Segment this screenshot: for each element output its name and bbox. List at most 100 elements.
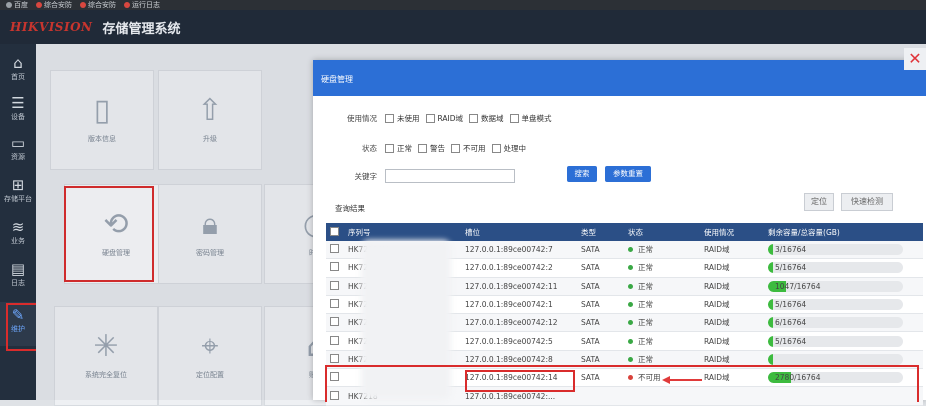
checkbox[interactable] (425, 114, 435, 123)
sidebar-item-label: 首页 (11, 73, 25, 81)
type-cell: SATA (581, 354, 600, 364)
checkbox[interactable] (385, 144, 394, 153)
capacity-fill (768, 335, 774, 347)
bookmark-item[interactable]: 运行日志 (124, 0, 160, 10)
log-icon: ▤ (10, 260, 26, 278)
close-icon[interactable]: ✕ (904, 48, 926, 70)
slot-cell: 127.0.0.1:89ce00742:14 (465, 373, 558, 383)
bookmark-item[interactable]: 百度 (6, 0, 28, 10)
col-capacity[interactable]: 剩余容量/总容量(GB) (768, 227, 923, 238)
usage-option-data[interactable]: 数据域 (469, 113, 504, 124)
row-select-cell[interactable] (326, 262, 348, 273)
col-status[interactable]: 状态 (628, 227, 704, 238)
home-icon: ⌂ (13, 54, 23, 72)
brand-logo: HIKVISION (10, 20, 93, 34)
red-circle-icon (124, 2, 130, 8)
checkbox[interactable] (418, 144, 427, 153)
capacity-text: 6/16764 (775, 318, 807, 328)
select-all-checkbox[interactable] (330, 226, 339, 236)
sidebar-item-log[interactable]: ▤ 日志 (0, 260, 36, 294)
sidebar-item-business[interactable]: ≋ 业务 (0, 218, 36, 252)
capacity-cell: 5/16764 (768, 262, 923, 274)
keyword-input[interactable] (385, 169, 515, 183)
row-select-cell[interactable] (326, 317, 348, 328)
status-option-normal[interactable]: 正常 (385, 143, 412, 154)
row-checkbox[interactable] (330, 390, 339, 400)
row-checkbox[interactable] (330, 262, 339, 272)
usage-cell: RAID域 (704, 263, 730, 273)
status-cell: 正常 (628, 299, 704, 310)
checkbox[interactable] (385, 114, 394, 123)
col-usage[interactable]: 使用情况 (704, 227, 768, 238)
red-circle-icon (36, 2, 42, 8)
status-text: 正常 (638, 245, 653, 255)
row-select-cell[interactable] (326, 299, 348, 310)
status-text: 正常 (638, 336, 653, 346)
row-checkbox[interactable] (330, 353, 339, 363)
disk-management-dialog: 硬盘管理 ✕ 使用情况 未使用 RAID域 数据域 单盘模式 状态 正常 警告 … (313, 48, 926, 406)
quick-check-button[interactable]: 快速检测 (841, 193, 893, 211)
row-checkbox[interactable] (330, 335, 339, 345)
status-option-warning[interactable]: 警告 (418, 143, 445, 154)
col-type[interactable]: 类型 (581, 227, 628, 238)
row-checkbox[interactable] (330, 372, 339, 382)
usage-option-unused[interactable]: 未使用 (385, 113, 420, 124)
locate-button[interactable]: 定位 (804, 193, 834, 211)
status-dot-icon (628, 265, 633, 271)
sidebar-item-device[interactable]: ☰ 设备 (0, 94, 36, 128)
row-checkbox[interactable] (330, 280, 339, 290)
search-button[interactable]: 搜索 (567, 166, 597, 182)
sidebar-item-storage-platform[interactable]: ⊞ 存储平台 (0, 176, 36, 210)
status-option-processing[interactable]: 处理中 (491, 143, 526, 154)
col-slot[interactable]: 槽位 (465, 227, 581, 238)
checkbox[interactable] (509, 114, 519, 123)
row-select-cell[interactable] (326, 335, 348, 347)
table-header: 序列号 槽位 类型 状态 使用情况 剩余容量/总容量(GB) (326, 223, 923, 241)
capacity-bar: 6/16764 (768, 317, 903, 329)
row-select-cell[interactable] (326, 372, 348, 383)
status-option-unavailable[interactable]: 不可用 (451, 143, 486, 154)
capacity-text: 5/16764 (775, 300, 807, 310)
capacity-text: 1047/16764 (775, 281, 821, 291)
bookmark-item[interactable]: 综合安防 (80, 0, 116, 10)
row-select-cell[interactable] (326, 353, 348, 365)
type-cell: SATA (581, 336, 600, 346)
server-icon: ☰ (11, 94, 25, 112)
row-checkbox[interactable] (330, 317, 339, 327)
row-select-cell[interactable] (326, 280, 348, 292)
capacity-text: 5/16764 (775, 336, 807, 346)
status-text: 正常 (638, 354, 653, 364)
slot-cell: 127.0.0.1:89ce00742:11 (465, 281, 558, 291)
usage-cell: RAID域 (704, 300, 730, 310)
status-cell: 正常 (628, 336, 704, 347)
bookmark-item[interactable]: 综合安防 (36, 0, 72, 10)
status-text: 正常 (638, 300, 653, 310)
status-cell: 正常 (628, 317, 704, 328)
option-label: 数据域 (481, 114, 504, 123)
status-dot-icon (628, 320, 633, 326)
select-all-cell[interactable] (326, 226, 348, 238)
capacity-bar: 5/16764 (768, 262, 903, 274)
row-checkbox[interactable] (330, 299, 339, 309)
reset-params-button[interactable]: 参数重置 (605, 166, 651, 182)
usage-option-single[interactable]: 单盘模式 (509, 113, 552, 124)
usage-option-raid[interactable]: RAID域 (425, 113, 464, 124)
col-serial[interactable]: 序列号 (348, 227, 465, 238)
status-dot-icon (628, 302, 633, 308)
sidebar-item-label: 资源 (11, 153, 25, 161)
sidebar-item-maintenance[interactable]: ✎ 维护 (0, 302, 36, 346)
stack-icon: ≋ (11, 218, 25, 236)
type-cell: SATA (581, 373, 600, 383)
sidebar-item-resource[interactable]: ▭ 资源 (0, 134, 36, 168)
sidebar-item-label: 维护 (11, 325, 25, 333)
checkbox[interactable] (469, 114, 479, 123)
checkbox[interactable] (491, 144, 501, 153)
privacy-blur (361, 240, 451, 400)
checkbox[interactable] (451, 144, 460, 153)
slot-cell: 127.0.0.1:89ce00742:12 (465, 318, 558, 328)
option-label: RAID域 (437, 114, 464, 123)
row-select-cell[interactable] (326, 244, 348, 255)
capacity-bar: 5/16764 (768, 335, 903, 347)
sidebar-item-home[interactable]: ⌂ 首页 (0, 54, 36, 88)
row-checkbox[interactable] (330, 244, 339, 254)
